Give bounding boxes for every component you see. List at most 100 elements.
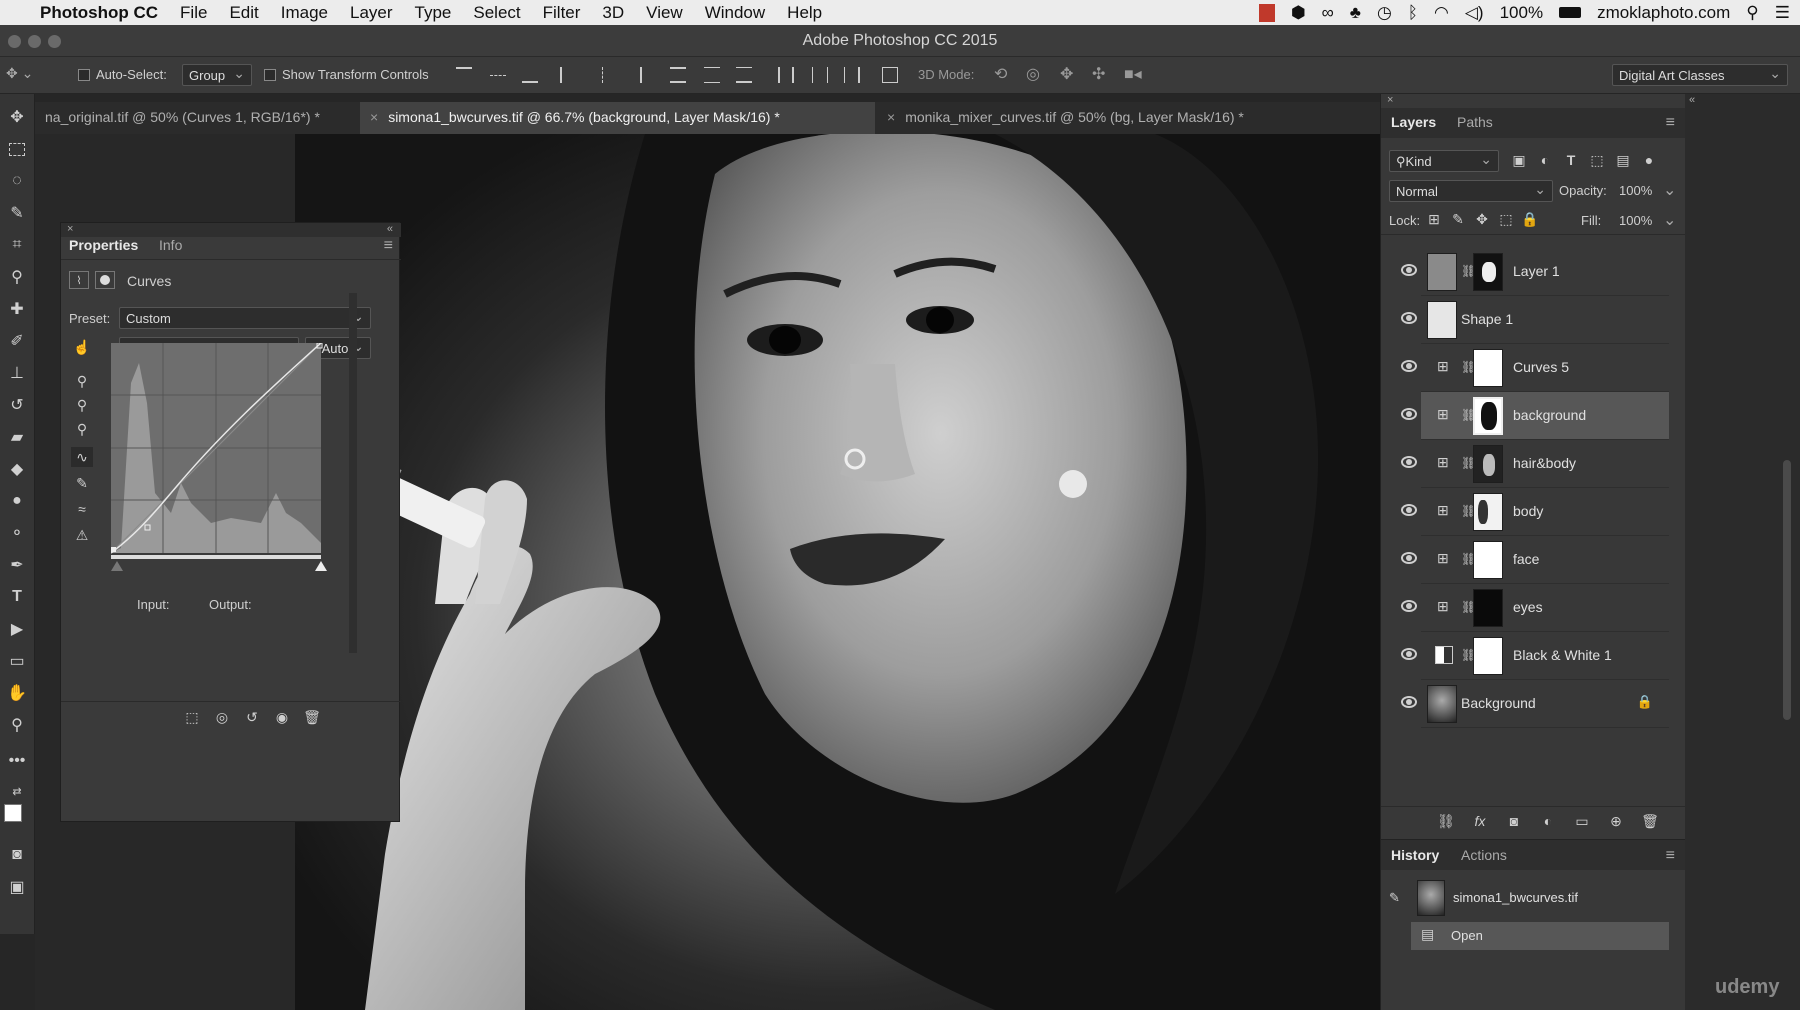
- curve-pencil-tool-icon[interactable]: ✎: [71, 473, 93, 493]
- preset-dropdown[interactable]: Custom: [119, 307, 371, 329]
- tab-properties[interactable]: Properties: [69, 237, 138, 253]
- filter-adjustment-icon[interactable]: ◐: [1535, 150, 1555, 170]
- type-tool-icon[interactable]: T: [6, 586, 28, 608]
- healing-brush-tool-icon[interactable]: ✚: [6, 298, 28, 320]
- layer-mask-thumbnail[interactable]: [1473, 349, 1503, 387]
- menu-type[interactable]: Type: [415, 3, 452, 23]
- layer-row[interactable]: ⊞ ⛓ eyes: [1401, 584, 1669, 632]
- 3d-drag-icon[interactable]: ✥: [1060, 64, 1073, 84]
- 3d-rotate-icon[interactable]: ⟲: [994, 64, 1007, 84]
- blur-tool-icon[interactable]: ●: [6, 490, 28, 512]
- blend-mode-dropdown[interactable]: Normal: [1389, 180, 1553, 202]
- notification-center-icon[interactable]: ☰: [1775, 3, 1790, 23]
- align-vertical-center-icon[interactable]: [490, 75, 506, 83]
- opacity-value[interactable]: 100%: [1619, 183, 1652, 198]
- menu-app-name[interactable]: Photoshop CC: [40, 3, 158, 23]
- smooth-curve-icon[interactable]: ≈: [71, 499, 93, 519]
- menu-3d[interactable]: 3D: [602, 3, 624, 23]
- portrait-photo[interactable]: [295, 134, 1380, 1010]
- layer-row-selected[interactable]: ⊞ ⛓ background: [1401, 392, 1669, 440]
- visibility-eye-icon[interactable]: [1401, 648, 1417, 660]
- clipping-warning-icon[interactable]: ⚠: [71, 525, 93, 545]
- layer-row[interactable]: Shape 1: [1401, 296, 1669, 344]
- creative-cloud-icon[interactable]: ∞: [1322, 3, 1334, 23]
- new-layer-icon[interactable]: ⊕: [1605, 810, 1627, 832]
- menu-file[interactable]: File: [180, 3, 207, 23]
- history-brush-source-icon[interactable]: ✎: [1389, 890, 1400, 906]
- properties-scrollbar[interactable]: [349, 293, 357, 653]
- volume-icon[interactable]: ◁): [1465, 3, 1484, 23]
- rectangle-tool-icon[interactable]: ▭: [6, 650, 28, 672]
- crop-tool-icon[interactable]: ⌗: [6, 234, 28, 256]
- pen-tool-icon[interactable]: ✒: [6, 554, 28, 576]
- close-tab-icon[interactable]: ×: [370, 109, 378, 125]
- tab-history[interactable]: History: [1391, 847, 1439, 863]
- view-previous-state-icon[interactable]: ◎: [211, 707, 233, 727]
- visibility-eye-icon[interactable]: [1401, 360, 1417, 372]
- add-mask-icon[interactable]: ◙: [1503, 810, 1525, 832]
- layer-mask-thumbnail[interactable]: [1473, 253, 1503, 291]
- tab-document-3[interactable]: × monika_mixer_curves.tif @ 50% (bg, Laye…: [877, 102, 1317, 134]
- zoom-tool-icon[interactable]: ⚲: [6, 714, 28, 736]
- curves-graph[interactable]: [111, 343, 333, 573]
- curves-adjustment-icon[interactable]: ⌇: [69, 271, 89, 289]
- tab-layers[interactable]: Layers: [1391, 114, 1436, 130]
- white-point-eyedropper-icon[interactable]: ⚲: [71, 419, 93, 439]
- lasso-tool-icon[interactable]: ◌: [6, 170, 28, 192]
- layer-mask-thumbnail[interactable]: [1473, 541, 1503, 579]
- distribute-right-icon[interactable]: [844, 67, 860, 83]
- site-label[interactable]: zmoklaphoto.com: [1597, 3, 1730, 23]
- align-top-icon[interactable]: [456, 67, 472, 83]
- layer-row[interactable]: ⊞ ⛓ face: [1401, 536, 1669, 584]
- distribute-top-icon[interactable]: [670, 67, 686, 83]
- spotlight-search-icon[interactable]: ⚲: [1746, 3, 1758, 23]
- fill-chevron-icon[interactable]: ⌄: [1663, 210, 1676, 230]
- show-transform-checkbox[interactable]: [264, 69, 276, 81]
- panel-header[interactable]: [61, 223, 401, 237]
- layer-mask-thumbnail[interactable]: [1473, 397, 1503, 435]
- collapse-panel-icon[interactable]: «: [387, 223, 393, 235]
- visibility-eye-icon[interactable]: [1401, 264, 1417, 276]
- history-snapshot[interactable]: ✎ simona1_bwcurves.tif: [1381, 878, 1669, 920]
- panel-menu-icon[interactable]: ≡: [1666, 847, 1675, 865]
- clip-to-layer-icon[interactable]: ⬚: [181, 707, 203, 727]
- align-right-icon[interactable]: [626, 67, 642, 83]
- reset-adjustment-icon[interactable]: ↺: [241, 707, 263, 727]
- marquee-tool-icon[interactable]: [6, 138, 28, 160]
- filter-smart-object-icon[interactable]: ▤: [1613, 150, 1633, 170]
- close-panel-icon[interactable]: ×: [67, 223, 73, 235]
- menu-help[interactable]: Help: [787, 3, 822, 23]
- menu-filter[interactable]: Filter: [543, 3, 581, 23]
- quick-mask-icon[interactable]: ◙: [6, 844, 28, 866]
- history-brush-tool-icon[interactable]: ↺: [6, 394, 28, 416]
- filter-shape-icon[interactable]: ⬚: [1587, 150, 1607, 170]
- layer-mask-thumbnail[interactable]: [1473, 445, 1503, 483]
- dropbox-icon[interactable]: ⬢: [1291, 3, 1306, 23]
- eraser-tool-icon[interactable]: ▰: [6, 426, 28, 448]
- distribute-bottom-icon[interactable]: [736, 67, 752, 83]
- layer-mask-thumbnail[interactable]: [1473, 589, 1503, 627]
- visibility-eye-icon[interactable]: [1401, 456, 1417, 468]
- battery-icon[interactable]: [1559, 7, 1582, 18]
- tab-info[interactable]: Info: [159, 237, 182, 253]
- clone-stamp-tool-icon[interactable]: ⊥: [6, 362, 28, 384]
- layer-row[interactable]: ⛓ Layer 1: [1401, 248, 1669, 296]
- tab-document-1[interactable]: na_original.tif @ 50% (Curves 1, RGB/16*…: [35, 102, 365, 134]
- brush-tool-icon[interactable]: ✐: [6, 330, 28, 352]
- menu-select[interactable]: Select: [473, 3, 520, 23]
- align-bottom-icon[interactable]: [522, 67, 538, 83]
- layer-row[interactable]: ⛓ Black & White 1: [1401, 632, 1669, 680]
- hand-tool-icon[interactable]: ✋: [6, 682, 28, 704]
- menu-edit[interactable]: Edit: [229, 3, 258, 23]
- layer-row[interactable]: ⊞ ⛓ body: [1401, 488, 1669, 536]
- layer-row[interactable]: ⊞ ⛓ Curves 5: [1401, 344, 1669, 392]
- align-horizontal-center-icon[interactable]: [602, 67, 610, 83]
- 3d-roll-icon[interactable]: ◎: [1026, 64, 1040, 84]
- wifi-icon[interactable]: ◠: [1434, 3, 1449, 23]
- lock-transparent-icon[interactable]: ⊞: [1425, 210, 1443, 228]
- layer-row[interactable]: ⊞ ⛓ hair&body: [1401, 440, 1669, 488]
- layer-mask-icon[interactable]: [95, 271, 115, 289]
- panel-menu-icon[interactable]: ≡: [384, 237, 393, 255]
- layer-filter-dropdown[interactable]: ⚲Kind: [1389, 150, 1499, 172]
- delete-layer-icon[interactable]: 🗑: [1639, 810, 1661, 832]
